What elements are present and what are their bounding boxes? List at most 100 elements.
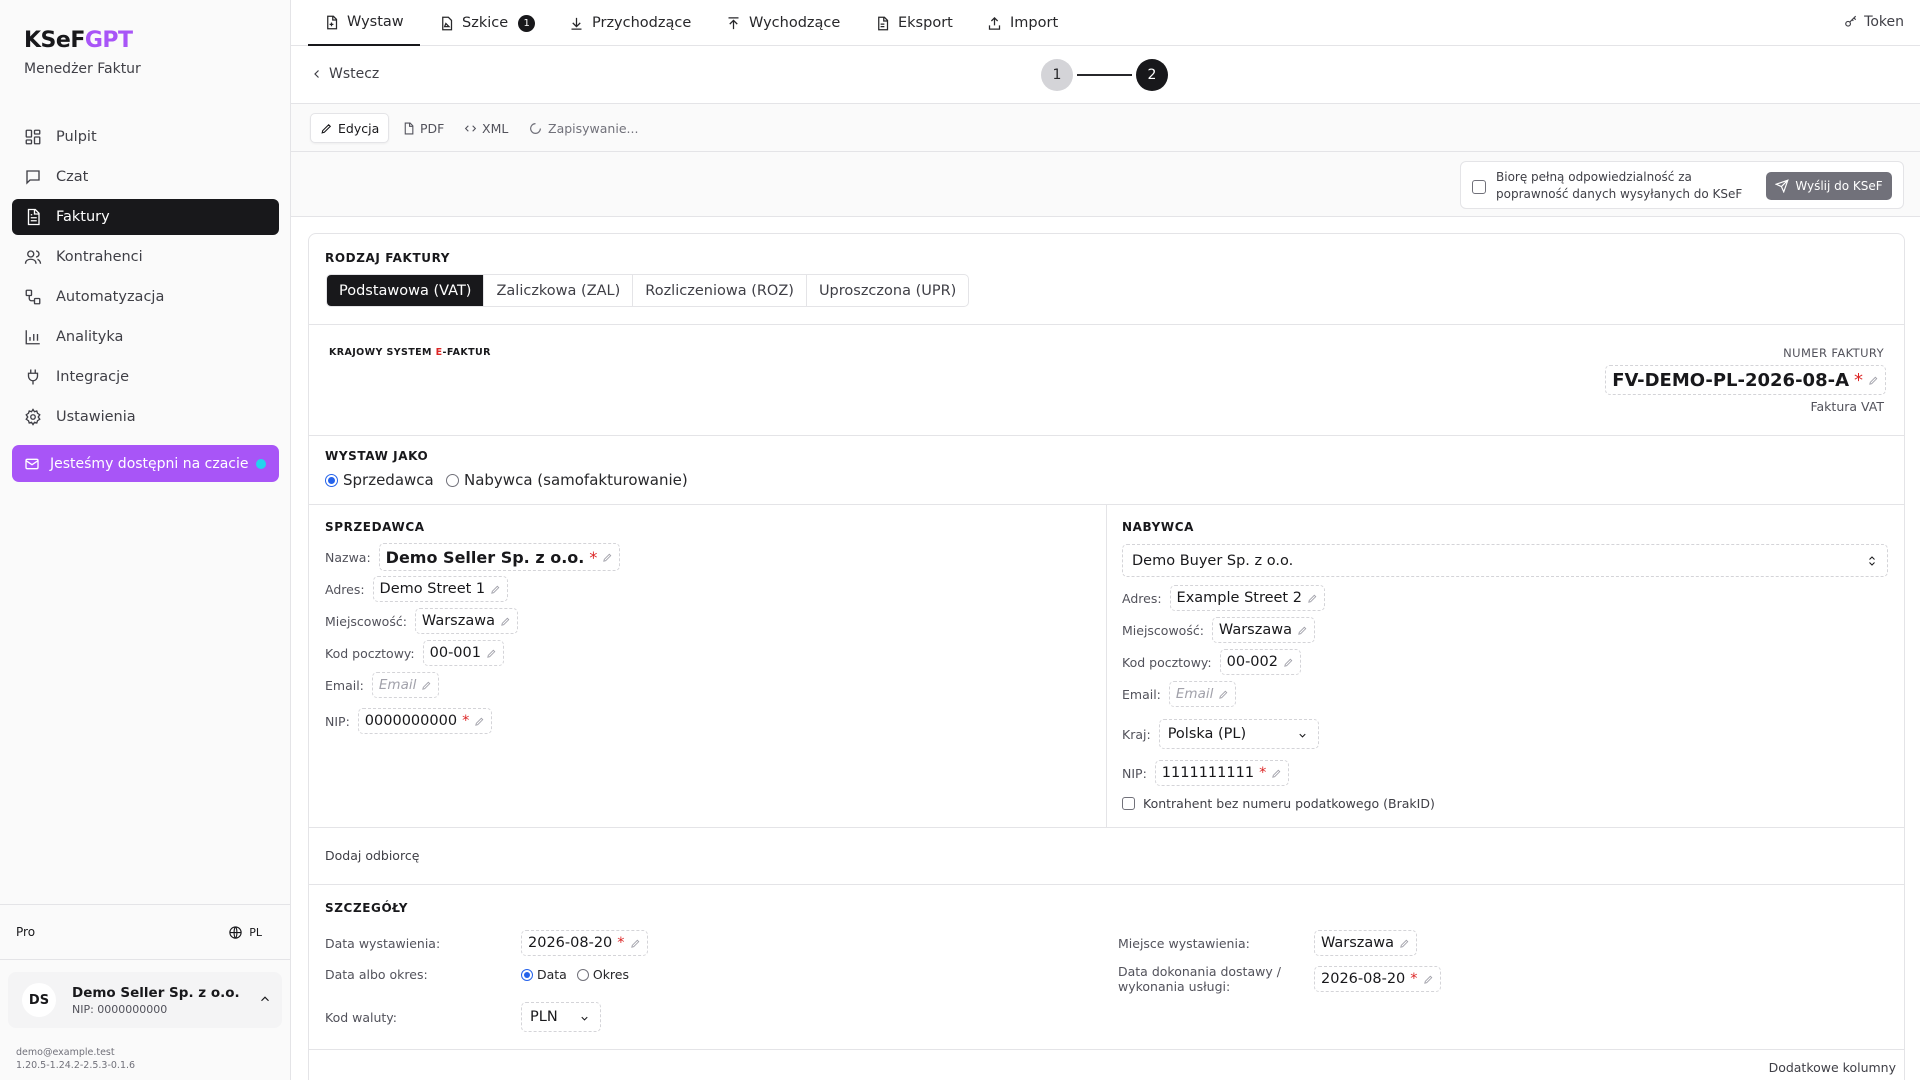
saving-label: Zapisywanie... — [548, 121, 639, 136]
invoice-type-roz[interactable]: Rozliczeniowa (ROZ) — [632, 275, 806, 306]
sidebar-item-automatyzacja[interactable]: Automatyzacja — [12, 279, 279, 315]
sidebar-item-ustawienia[interactable]: Ustawienia — [12, 399, 279, 435]
sidebar-item-integracje[interactable]: Integracje — [12, 359, 279, 395]
field-label: Data albo okres: — [325, 967, 428, 982]
tab-wychodzace[interactable]: Wychodzące — [726, 0, 840, 46]
chat-cta-button[interactable]: Jesteśmy dostępni na czacie — [12, 445, 279, 482]
issue-date-row: Data wystawienia: 2026-08-20 * — [325, 930, 648, 956]
field-placeholder: Email — [1175, 686, 1214, 702]
seller-nip-field[interactable]: 0000000000 * — [357, 708, 493, 734]
invoice-number-field[interactable]: FV-DEMO-PL-2026-08-A * — [1605, 365, 1886, 395]
tab-przychodzace[interactable]: Przychodzące — [569, 0, 691, 46]
field-label: Email: — [1122, 686, 1161, 702]
seller-email-field[interactable]: Email — [371, 672, 440, 698]
invoice-type-zal[interactable]: Zaliczkowa (ZAL) — [483, 275, 632, 306]
buyer-nip-field[interactable]: 1111111111 * — [1154, 760, 1290, 786]
extra-columns-button[interactable]: Dodatkowe kolumny — [1769, 1060, 1896, 1075]
sidebar-item-czat[interactable]: Czat — [12, 159, 279, 195]
wizard-step-2[interactable]: 2 — [1136, 59, 1168, 91]
delivery-date-field[interactable]: 2026-08-20 * — [1314, 966, 1441, 992]
no-tax-id-checkbox[interactable] — [1122, 797, 1135, 810]
pencil-icon — [487, 649, 496, 658]
chevron-up-down-icon — [1869, 556, 1875, 566]
field-label: Email: — [325, 677, 364, 693]
radio-buyer[interactable] — [446, 473, 459, 487]
date-option[interactable]: Data — [521, 967, 567, 982]
buyer-country-select[interactable]: Polska (PL) — [1158, 719, 1319, 749]
buyer-address-field[interactable]: Example Street 2 — [1169, 585, 1325, 611]
document-plus-icon — [327, 15, 338, 29]
buyer-nip-row: NIP: 1111111111 * — [1122, 760, 1290, 786]
tab-eksport[interactable]: Eksport — [875, 0, 953, 46]
place-field[interactable]: Warszawa — [1314, 930, 1418, 956]
mode-edit-button[interactable]: Edycja — [310, 113, 390, 143]
wizard-step-1[interactable]: 1 — [1041, 59, 1073, 91]
field-value: Warszawa — [1321, 935, 1395, 951]
saving-status: Zapisywanie... — [529, 121, 638, 136]
radio-date[interactable] — [521, 968, 533, 981]
seller-name-field[interactable]: Demo Seller Sp. z o.o. * — [378, 543, 621, 571]
import-icon — [988, 16, 1001, 30]
sidebar-item-kontrahenci[interactable]: Kontrahenci — [12, 239, 279, 275]
field-label: Miejscowość: — [1122, 622, 1204, 638]
buyer-email-field[interactable]: Email — [1168, 681, 1237, 707]
invoice-type-label: Faktura VAT — [1810, 399, 1884, 414]
token-label: Token — [1864, 14, 1904, 30]
buyer-no-tax-id-row[interactable]: Kontrahent bez numeru podatkowego (BrakI… — [1122, 796, 1435, 811]
sidebar-item-faktury[interactable]: Faktury — [12, 199, 279, 235]
code-icon — [464, 124, 477, 132]
issue-date-field[interactable]: 2026-08-20 * — [521, 930, 648, 956]
back-button[interactable]: Wstecz — [311, 66, 379, 82]
chat-cta-label: Jesteśmy dostępni na czacie — [50, 455, 249, 472]
pencil-icon — [1272, 769, 1281, 778]
pencil-icon — [501, 617, 510, 626]
pencil-icon — [491, 585, 500, 594]
period-option[interactable]: Okres — [576, 967, 629, 982]
invoice-type-upr[interactable]: Uproszczona (UPR) — [805, 275, 968, 306]
radio-seller[interactable] — [325, 473, 338, 487]
sidebar-item-analityka[interactable]: Analityka — [12, 319, 279, 355]
brand-logo[interactable]: KSeFGPT — [24, 28, 133, 53]
plan-row: Pro PL — [0, 904, 290, 960]
mode-pdf-button[interactable]: PDF — [393, 113, 453, 143]
add-recipient-link[interactable]: Dodaj odbiorcę — [325, 848, 419, 863]
sidebar-item-pulpit[interactable]: Pulpit — [12, 119, 279, 155]
buyer-city-field[interactable]: Warszawa — [1211, 617, 1315, 643]
buyer-postal-field[interactable]: 00-002 — [1219, 649, 1301, 675]
file-icon — [404, 122, 414, 134]
radio-period[interactable] — [576, 968, 589, 981]
seller-postal-field[interactable]: 00-001 — [422, 640, 504, 666]
send-to-ksef-button[interactable]: Wyślij do KSeF — [1766, 172, 1892, 200]
tab-szkice[interactable]: Szkice 1 — [439, 0, 536, 46]
buyer-title: NABYWCA — [1122, 520, 1195, 534]
avatar: DS — [22, 983, 56, 1017]
issue-as-seller-option[interactable]: Sprzedawca — [325, 471, 434, 489]
currency-select[interactable]: PLN — [521, 1002, 601, 1032]
issue-as-buyer-option[interactable]: Nabywca (samofakturowanie) — [446, 471, 688, 489]
seller-city-field[interactable]: Warszawa — [414, 608, 518, 634]
buyer-select[interactable]: Demo Buyer Sp. z o.o. — [1122, 544, 1888, 577]
view-mode-bar: Edycja PDF XML Zapisywanie... — [291, 104, 1920, 152]
invoice-type-vat[interactable]: Podstawowa (VAT) — [327, 275, 484, 306]
field-label: Kod pocztowy: — [325, 645, 415, 661]
field-label: NIP: — [325, 713, 350, 729]
tab-wystaw[interactable]: Wystaw — [308, 0, 420, 46]
sidebar-item-label: Ustawienia — [56, 409, 136, 425]
language-label: PL — [249, 925, 262, 939]
issue-as-title: WYSTAW JAKO — [325, 449, 429, 463]
mode-xml-button[interactable]: XML — [455, 113, 517, 143]
token-button[interactable]: Token — [1844, 14, 1904, 30]
tab-import[interactable]: Import — [987, 0, 1058, 46]
pencil-icon — [1219, 690, 1228, 699]
responsibility-checkbox[interactable] — [1472, 180, 1486, 194]
buyer-select-value: Demo Buyer Sp. z o.o. — [1132, 552, 1294, 569]
responsibility-text: Biorę pełną odpowiedzialność za poprawno… — [1496, 170, 1743, 201]
field-value: Demo Street 1 — [379, 581, 486, 597]
required-marker: * — [1410, 971, 1418, 987]
user-card[interactable]: DS Demo Seller Sp. z o.o. NIP: 000000000… — [8, 972, 282, 1028]
language-switcher[interactable]: PL — [228, 925, 262, 940]
seller-address-field[interactable]: Demo Street 1 — [372, 576, 509, 602]
seller-title: SPRZEDAWCA — [325, 520, 425, 534]
field-value: Warszawa — [1218, 622, 1292, 638]
currency-row: Kod waluty: PLN — [325, 1002, 601, 1032]
